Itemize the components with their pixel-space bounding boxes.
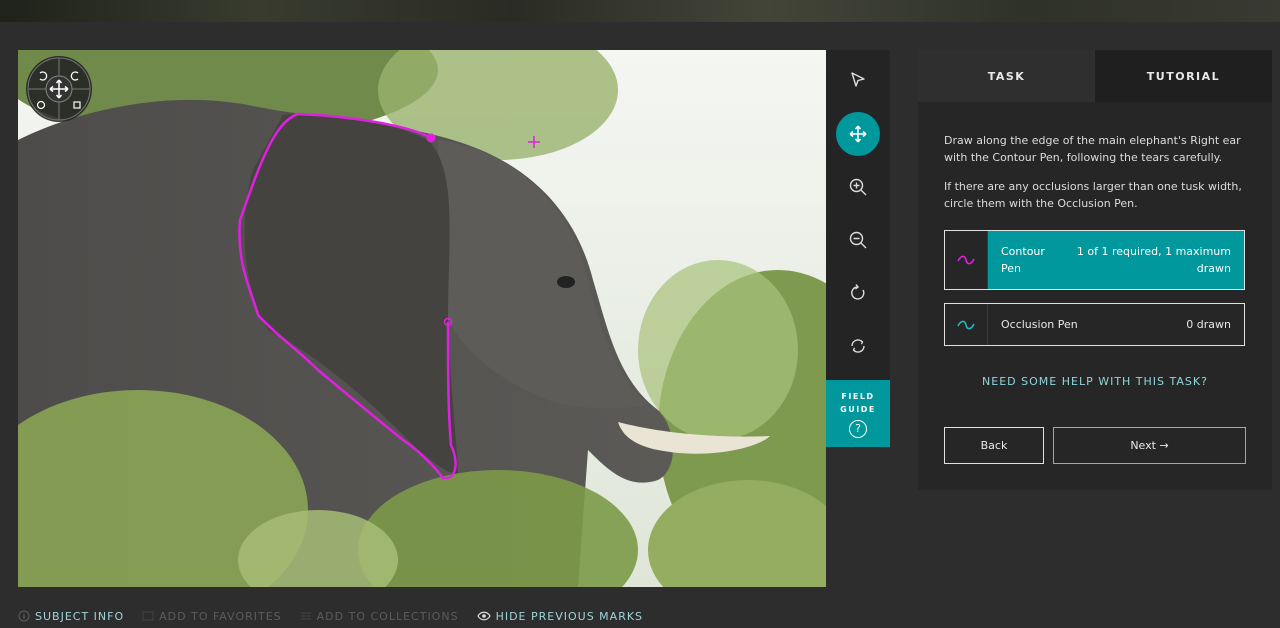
collections-icon (300, 612, 311, 620)
subject-info-button[interactable]: SUBJECT INFO (18, 610, 124, 623)
tool-count: 0 drawn (1186, 318, 1231, 331)
occlusion-pen-option[interactable]: Occlusion Pen 0 drawn (944, 303, 1245, 346)
add-collections-button[interactable]: ADD TO COLLECTIONS (300, 610, 459, 623)
task-panel: TASK TUTORIAL Draw along the edge of the… (918, 50, 1272, 490)
image-toolbar: FIELD GUIDE ? (826, 50, 890, 447)
heart-icon (142, 611, 154, 621)
wave-icon (957, 255, 975, 265)
tool-count: 1 of 1 required, 1 maximum drawn (1076, 245, 1231, 275)
reset-icon (851, 339, 865, 353)
field-guide-label: FIELD GUIDE (840, 392, 876, 414)
pointer-icon (851, 72, 865, 87)
subject-info-label: SUBJECT INFO (35, 609, 125, 623)
task-instructions: Draw along the edge of the main elephant… (944, 132, 1254, 212)
eye-icon (476, 611, 491, 621)
zoom-out-button[interactable] (836, 218, 880, 262)
add-collections-label: ADD TO COLLECTIONS (316, 609, 459, 623)
elephant-photo (18, 50, 826, 587)
tab-task[interactable]: TASK (918, 50, 1095, 102)
reset-view-button[interactable] (836, 324, 880, 368)
next-button[interactable]: Next → (1053, 427, 1246, 464)
navigation-dial[interactable] (26, 56, 92, 122)
subject-image-viewer[interactable] (18, 50, 826, 587)
instruction-line: If there are any occlusions larger than … (944, 180, 1242, 210)
pointer-tool-button[interactable] (836, 58, 880, 102)
add-favorites-label: ADD TO FAVORITES (159, 609, 282, 623)
back-button[interactable]: Back (944, 427, 1044, 464)
zoom-out-icon (849, 231, 867, 249)
rotate-icon (851, 284, 865, 300)
panel-tabs: TASK TUTORIAL (918, 50, 1272, 102)
task-help-link[interactable]: NEED SOME HELP WITH THIS TASK? (918, 375, 1272, 388)
tool-label: Contour Pen (1001, 245, 1045, 275)
info-icon (18, 610, 30, 622)
zoom-in-button[interactable] (836, 165, 880, 209)
add-favorites-button[interactable]: ADD TO FAVORITES (142, 610, 282, 623)
instruction-line: Draw along the edge of the main elephant… (944, 134, 1241, 164)
pan-rotate-dial-icon[interactable] (26, 56, 92, 122)
occlusion-pen-icon-box (945, 304, 988, 345)
tool-label: Occlusion Pen (1001, 318, 1078, 331)
move-tool-button[interactable] (836, 112, 880, 156)
field-guide-button[interactable]: FIELD GUIDE ? (826, 380, 890, 447)
contour-pen-option[interactable]: Contour Pen 1 of 1 required, 1 maximum d… (944, 230, 1245, 290)
zoom-in-icon (849, 178, 867, 196)
move-icon (849, 125, 867, 143)
rotate-button[interactable] (836, 271, 880, 315)
hide-previous-marks-label: HIDE PREVIOUS MARKS (495, 609, 644, 623)
question-icon: ? (849, 420, 867, 438)
wave-icon (957, 320, 975, 329)
subject-footer: SUBJECT INFO ADD TO FAVORITES ADD TO COL… (18, 608, 661, 624)
background-image-strip (0, 0, 1280, 22)
tab-tutorial[interactable]: TUTORIAL (1095, 50, 1272, 102)
contour-pen-icon-box (945, 231, 988, 289)
hide-previous-marks-button[interactable]: HIDE PREVIOUS MARKS (476, 609, 644, 623)
